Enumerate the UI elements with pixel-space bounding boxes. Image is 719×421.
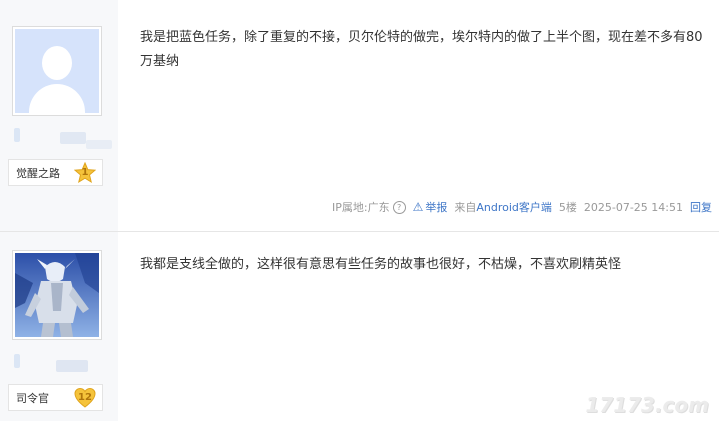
- post-content: 我是把蓝色任务，除了重复的不接，贝尔伦特的做完，埃尔特内的做了上半个图，现在差不…: [140, 30, 703, 69]
- help-circle-icon[interactable]: ?: [392, 200, 406, 214]
- username-blurred-2: [60, 132, 86, 144]
- site-watermark: 17173.com: [585, 393, 709, 417]
- level-star-icon: 1: [74, 161, 96, 184]
- post-time: 2025-07-25 14:51: [583, 200, 683, 214]
- default-avatar-icon: [15, 29, 99, 113]
- avatar[interactable]: [12, 250, 102, 340]
- post-floor-5: 觉醒之路 1 我是把蓝色任务，除了重复的不接，贝尔伦特的做完，埃尔特内的做了上半…: [0, 0, 719, 232]
- rank-title: 觉醒之路: [16, 166, 60, 180]
- username-blurred[interactable]: [14, 128, 20, 142]
- rank-title: 司令官: [16, 391, 49, 405]
- client-source: 来自 Android客户端: [454, 199, 552, 215]
- user-rank-badge[interactable]: 司令官 12: [8, 384, 103, 411]
- floor-number: 5楼: [558, 201, 577, 214]
- post-meta: IP属地:广东 ? ⚠ 举报 来自 Android客户端 5楼 2025-07-…: [332, 199, 712, 215]
- armored-knight-avatar: [15, 253, 99, 337]
- warning-triangle-icon: ⚠: [412, 200, 424, 214]
- reply-link[interactable]: 回复: [690, 199, 712, 215]
- from-label: 来自: [454, 201, 477, 214]
- ip-label: IP属地:广东: [331, 201, 390, 214]
- username-blurred-2: [56, 360, 88, 372]
- level-heart-icon: 12: [74, 387, 96, 409]
- avatar[interactable]: [12, 26, 102, 116]
- level-number: 1: [81, 167, 89, 178]
- ip-location: IP属地:广东 ?: [332, 199, 406, 215]
- user-sidebar: 觉醒之路 1: [0, 0, 118, 231]
- user-rank-badge[interactable]: 觉醒之路 1: [8, 159, 103, 186]
- report-label: 举报: [425, 201, 448, 214]
- username-blurred-3: [86, 140, 112, 149]
- android-client-link[interactable]: Android客户端: [476, 199, 552, 215]
- post-content: 我都是支线全做的，这样很有意思有些任务的故事也很好，不枯燥，不喜欢刷精英怪: [140, 257, 622, 272]
- report-link[interactable]: ⚠ 举报: [413, 199, 448, 215]
- level-number: 12: [78, 392, 92, 403]
- username-blurred[interactable]: [14, 354, 20, 368]
- user-sidebar: 司令官 12: [0, 232, 118, 421]
